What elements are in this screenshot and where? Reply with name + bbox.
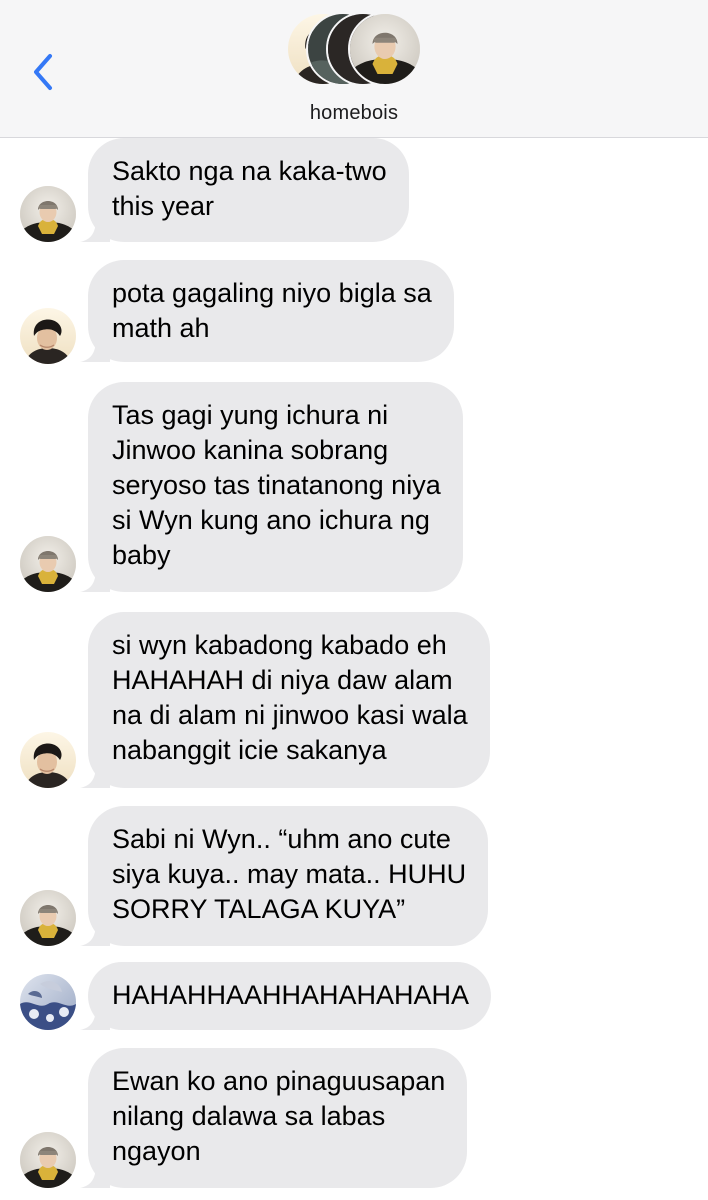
message-text: math ah xyxy=(112,313,210,343)
message-text: Tas gagi yung ichura ni xyxy=(112,400,389,430)
message-row: Sabi ni Wyn.. “uhm ano cute siya kuya.. … xyxy=(0,806,708,946)
sender-avatar[interactable] xyxy=(20,308,76,364)
group-member-avatar xyxy=(348,12,422,86)
sender-avatar[interactable] xyxy=(20,890,76,946)
message-text: Sakto nga na kaka-two xyxy=(112,156,387,186)
sender-avatar[interactable] xyxy=(20,536,76,592)
message-text: pota gagaling niyo bigla sa xyxy=(112,278,432,308)
message-bubble[interactable]: si wyn kabadong kabado eh HAHAHAH di niy… xyxy=(80,612,490,788)
message-text: SORRY TALAGA KUYA” xyxy=(112,894,406,924)
bubble-tail xyxy=(80,1006,110,1030)
message-row: Tas gagi yung ichura ni Jinwoo kanina so… xyxy=(0,382,708,594)
sender-avatar[interactable] xyxy=(20,186,76,242)
message-row: Sakto nga na kaka-two this year xyxy=(0,138,708,244)
message-row: si wyn kabadong kabado eh HAHAHAH di niy… xyxy=(0,612,708,790)
message-row: Ewan ko ano pinaguusapan nilang dalawa s… xyxy=(0,1048,708,1188)
message-bubble[interactable]: Sabi ni Wyn.. “uhm ano cute siya kuya.. … xyxy=(80,806,489,946)
message-text: siya kuya.. may mata.. HUHU xyxy=(112,859,467,889)
message-bubble[interactable]: Sakto nga na kaka-two this year xyxy=(80,138,409,242)
sender-avatar[interactable] xyxy=(20,974,76,1030)
bubble-tail xyxy=(80,764,110,788)
message-text: HAHAHAH di niya daw alam xyxy=(112,665,453,695)
conversation-header: homebois xyxy=(0,0,708,138)
message-bubble[interactable]: HAHAHHAAHHAHAHAHAHA xyxy=(80,962,492,1030)
message-text: si wyn kabadong kabado eh xyxy=(112,630,447,660)
sender-avatar[interactable] xyxy=(20,732,76,788)
message-text: ngayon xyxy=(112,1136,201,1166)
message-bubble[interactable]: Tas gagi yung ichura ni Jinwoo kanina so… xyxy=(80,382,463,592)
message-text: Ewan ko ano pinaguusapan xyxy=(112,1066,446,1096)
bubble-tail xyxy=(80,568,110,592)
back-button[interactable] xyxy=(24,48,64,96)
bubble-tail xyxy=(80,218,110,242)
message-text: baby xyxy=(112,540,171,570)
message-bubble[interactable]: pota gagaling niyo bigla sa math ah xyxy=(80,260,454,362)
message-text: na di alam ni jinwoo kasi wala xyxy=(112,700,468,730)
message-text: Sabi ni Wyn.. “uhm ano cute xyxy=(112,824,451,854)
message-list: Sakto nga na kaka-two this year pota gag… xyxy=(0,138,708,1200)
message-text: this year xyxy=(112,191,215,221)
message-text: seryoso tas tinatanong niya xyxy=(112,470,441,500)
message-bubble[interactable]: Ewan ko ano pinaguusapan nilang dalawa s… xyxy=(80,1048,468,1188)
bubble-tail xyxy=(80,922,110,946)
chevron-left-icon xyxy=(34,54,52,90)
message-text: HAHAHHAAHHAHAHAHAHA xyxy=(112,980,470,1010)
message-row: HAHAHHAAHHAHAHAHAHA xyxy=(0,962,708,1030)
group-name[interactable]: homebois xyxy=(0,102,708,125)
message-row: pota gagaling niyo bigla sa math ah xyxy=(0,260,708,364)
group-avatar[interactable] xyxy=(286,12,426,90)
message-text: nilang dalawa sa labas xyxy=(112,1101,386,1131)
message-text: si Wyn kung ano ichura ng xyxy=(112,505,430,535)
message-text: nabanggit icie sakanya xyxy=(112,735,387,765)
bubble-tail xyxy=(80,1164,110,1188)
message-text: Jinwoo kanina sobrang xyxy=(112,435,389,465)
bubble-tail xyxy=(80,338,110,362)
sender-avatar[interactable] xyxy=(20,1132,76,1188)
